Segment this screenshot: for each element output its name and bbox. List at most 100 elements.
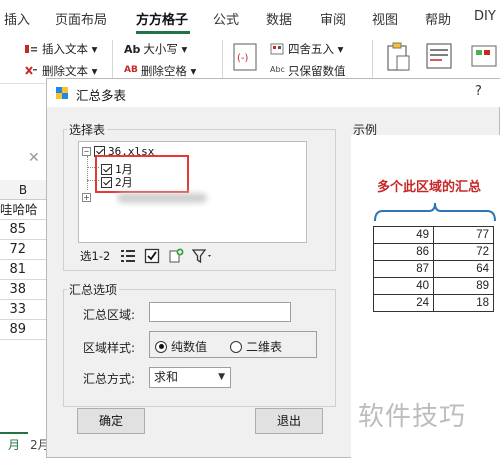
insert-text-button[interactable]: 插入文本 ▾ bbox=[24, 41, 97, 57]
method-label: 汇总方式: bbox=[83, 372, 136, 386]
table-cell: 86 bbox=[373, 243, 434, 261]
tab-help[interactable]: 帮助 bbox=[425, 9, 451, 28]
table-tools-icon[interactable] bbox=[424, 40, 456, 76]
case-icon: Ab bbox=[124, 43, 141, 56]
tree-line bbox=[87, 156, 88, 190]
radio-label: 二维表 bbox=[246, 340, 283, 354]
tab-insert[interactable]: 插入 bbox=[4, 9, 30, 28]
table-cell: 18 bbox=[433, 294, 494, 312]
selection-count: 选1-2 bbox=[80, 249, 111, 263]
region-input[interactable] bbox=[149, 302, 291, 322]
case-button[interactable]: Ab 大小写 ▾ bbox=[124, 41, 187, 57]
cell-value[interactable]: 89 bbox=[0, 320, 46, 340]
table-row: 49 77 bbox=[373, 226, 494, 244]
case-label: 大小写 ▾ bbox=[143, 42, 188, 56]
cell-value[interactable]: 85 bbox=[0, 220, 46, 240]
exit-button[interactable]: 退出 bbox=[255, 408, 323, 434]
sheet-tab-active[interactable]: 月 bbox=[0, 432, 28, 458]
keep-values-button[interactable]: Abc 只保留数值 bbox=[270, 63, 345, 79]
ok-button[interactable]: 确定 bbox=[77, 408, 145, 434]
table-cell: 89 bbox=[433, 277, 494, 295]
cell-value[interactable]: 81 bbox=[0, 260, 46, 280]
collapse-icon[interactable]: − bbox=[82, 147, 91, 156]
tree-toolbar: 选1-2 bbox=[80, 247, 222, 265]
blurred-content bbox=[117, 193, 207, 203]
dialog-titlebar[interactable]: 汇总多表 ? bbox=[47, 79, 500, 107]
cell-value[interactable]: 72 bbox=[0, 240, 46, 260]
expand-icon[interactable]: + bbox=[82, 193, 91, 202]
example-table: 49 77 86 72 87 64 40 89 24 18 bbox=[373, 226, 494, 312]
round-icon bbox=[270, 43, 284, 55]
table-cell: 24 bbox=[373, 294, 434, 312]
list-icon[interactable] bbox=[120, 248, 136, 264]
tab-diy[interactable]: DIY bbox=[474, 9, 496, 24]
keep-values-icon: Abc bbox=[270, 65, 285, 74]
table-row: 86 72 bbox=[373, 243, 494, 261]
table-cell: 72 bbox=[433, 243, 494, 261]
table-cell: 64 bbox=[433, 260, 494, 278]
radio-label: 纯数值 bbox=[171, 340, 208, 354]
style-radio-group: 纯数值 二维表 bbox=[149, 331, 317, 358]
delete-text-button[interactable]: 删除文本 ▾ bbox=[24, 63, 97, 79]
ribbon-separator bbox=[112, 40, 113, 82]
round-button[interactable]: 四舍五入 ▾ bbox=[270, 41, 343, 57]
dialog-title: 汇总多表 bbox=[76, 88, 127, 103]
insert-text-label: 插入文本 ▾ bbox=[42, 42, 98, 56]
chevron-down-icon: ▼ bbox=[218, 372, 225, 382]
table-row: 24 18 bbox=[373, 294, 494, 312]
formula-cancel-icon[interactable]: ✕ bbox=[28, 150, 40, 166]
table-cell: 49 bbox=[373, 226, 434, 244]
style-label: 区域样式: bbox=[83, 341, 136, 355]
example-title: 多个此区域的汇总 bbox=[377, 180, 482, 195]
ribbon-tab-bar: 插入 页面布局 方方格子 公式 数据 审阅 视图 帮助 DIY bbox=[0, 0, 500, 34]
filter-icon[interactable] bbox=[192, 248, 214, 264]
tree-expander-collapsed[interactable]: + bbox=[82, 189, 94, 203]
worksheet-area[interactable]: ✕ B 哇哈哈 85 72 81 38 33 89 bbox=[0, 84, 46, 458]
ribbon-separator bbox=[372, 40, 373, 82]
tab-data[interactable]: 数据 bbox=[266, 9, 292, 28]
delete-text-icon bbox=[25, 66, 37, 75]
ribbon-separator bbox=[222, 40, 223, 82]
cell-header[interactable]: 哇哈哈 bbox=[0, 200, 46, 220]
table-cell: 77 bbox=[433, 226, 494, 244]
delete-text-label: 删除文本 ▾ bbox=[42, 64, 98, 78]
app-icon bbox=[56, 87, 68, 99]
paste-special-icon[interactable] bbox=[384, 40, 414, 76]
filter-grid-icon[interactable] bbox=[470, 40, 500, 76]
delete-space-icon: AB bbox=[124, 65, 138, 75]
table-row: 87 64 bbox=[373, 260, 494, 278]
add-sheet-icon[interactable] bbox=[168, 248, 184, 264]
tab-view[interactable]: 视图 bbox=[372, 9, 398, 28]
help-button[interactable]: ? bbox=[475, 84, 482, 99]
insert-text-icon bbox=[25, 45, 37, 53]
check-all-icon[interactable] bbox=[144, 248, 160, 264]
radio-button[interactable] bbox=[230, 340, 242, 353]
method-select[interactable]: 求和 ▼ bbox=[149, 367, 231, 388]
formula-text-icon[interactable]: (-) bbox=[232, 42, 260, 74]
svg-text:(-): (-) bbox=[237, 53, 249, 64]
summary-options-legend: 汇总选项 bbox=[67, 281, 120, 298]
table-cell: 87 bbox=[373, 260, 434, 278]
tab-review[interactable]: 审阅 bbox=[320, 9, 346, 28]
tab-fangfang-gezi[interactable]: 方方格子 bbox=[136, 9, 188, 28]
delete-space-button[interactable]: AB 删除空格 ▾ bbox=[124, 63, 196, 79]
cell-value[interactable]: 33 bbox=[0, 300, 46, 320]
tab-page-layout[interactable]: 页面布局 bbox=[55, 9, 107, 28]
region-label: 汇总区域: bbox=[83, 308, 136, 322]
radio-2d-table[interactable]: 二维表 bbox=[230, 338, 282, 355]
highlight-box bbox=[95, 155, 189, 193]
delete-space-label: 删除空格 ▾ bbox=[140, 64, 197, 78]
radio-pure-values[interactable]: 纯数值 bbox=[155, 338, 207, 355]
brace-graphic bbox=[374, 202, 496, 222]
keep-values-label: 只保留数值 bbox=[287, 64, 346, 78]
watermark: 软件技巧 bbox=[358, 402, 467, 432]
radio-button[interactable] bbox=[155, 340, 167, 353]
table-row: 40 89 bbox=[373, 277, 494, 295]
select-sheet-legend: 选择表 bbox=[67, 121, 108, 138]
tab-formulas[interactable]: 公式 bbox=[213, 9, 239, 28]
table-cell: 40 bbox=[373, 277, 434, 295]
method-value: 求和 bbox=[154, 370, 179, 384]
cell-value[interactable]: 38 bbox=[0, 280, 46, 300]
round-label: 四舍五入 ▾ bbox=[288, 42, 344, 56]
column-header-b[interactable]: B bbox=[0, 180, 46, 200]
